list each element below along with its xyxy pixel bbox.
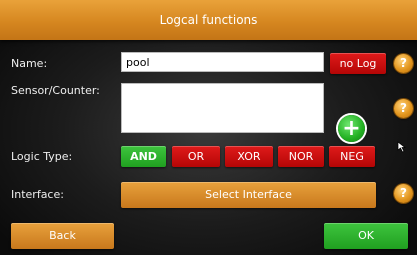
logic-neg-button[interactable]: NEG — [329, 146, 375, 167]
logic-xor-button[interactable]: XOR — [225, 146, 273, 167]
help-icon-name[interactable]: ? — [394, 54, 413, 73]
back-button[interactable]: Back — [11, 223, 114, 249]
help-icon-sensor[interactable]: ? — [394, 99, 413, 118]
sensor-counter-label: Sensor/Counter: — [11, 84, 100, 97]
plus-icon[interactable]: + — [338, 115, 365, 142]
logic-type-label: Logic Type: — [11, 150, 73, 163]
logic-or-button[interactable]: OR — [172, 146, 220, 167]
help-icon-interface[interactable]: ? — [394, 184, 413, 203]
mouse-pointer-icon — [397, 141, 407, 153]
sensor-counter-field[interactable] — [121, 83, 324, 133]
logic-nor-button[interactable]: NOR — [278, 146, 324, 167]
interface-label: Interface: — [11, 188, 64, 201]
name-input[interactable] — [121, 52, 324, 72]
select-interface-button[interactable]: Select Interface — [121, 182, 376, 208]
page-title: Logcal functions — [159, 13, 258, 27]
name-label: Name: — [11, 57, 48, 70]
logic-and-button[interactable]: AND — [121, 146, 166, 167]
ok-button[interactable]: OK — [324, 223, 408, 249]
screen: Logcal functions Name: no Log ? Sensor/C… — [0, 0, 417, 255]
no-log-button[interactable]: no Log — [330, 53, 386, 74]
